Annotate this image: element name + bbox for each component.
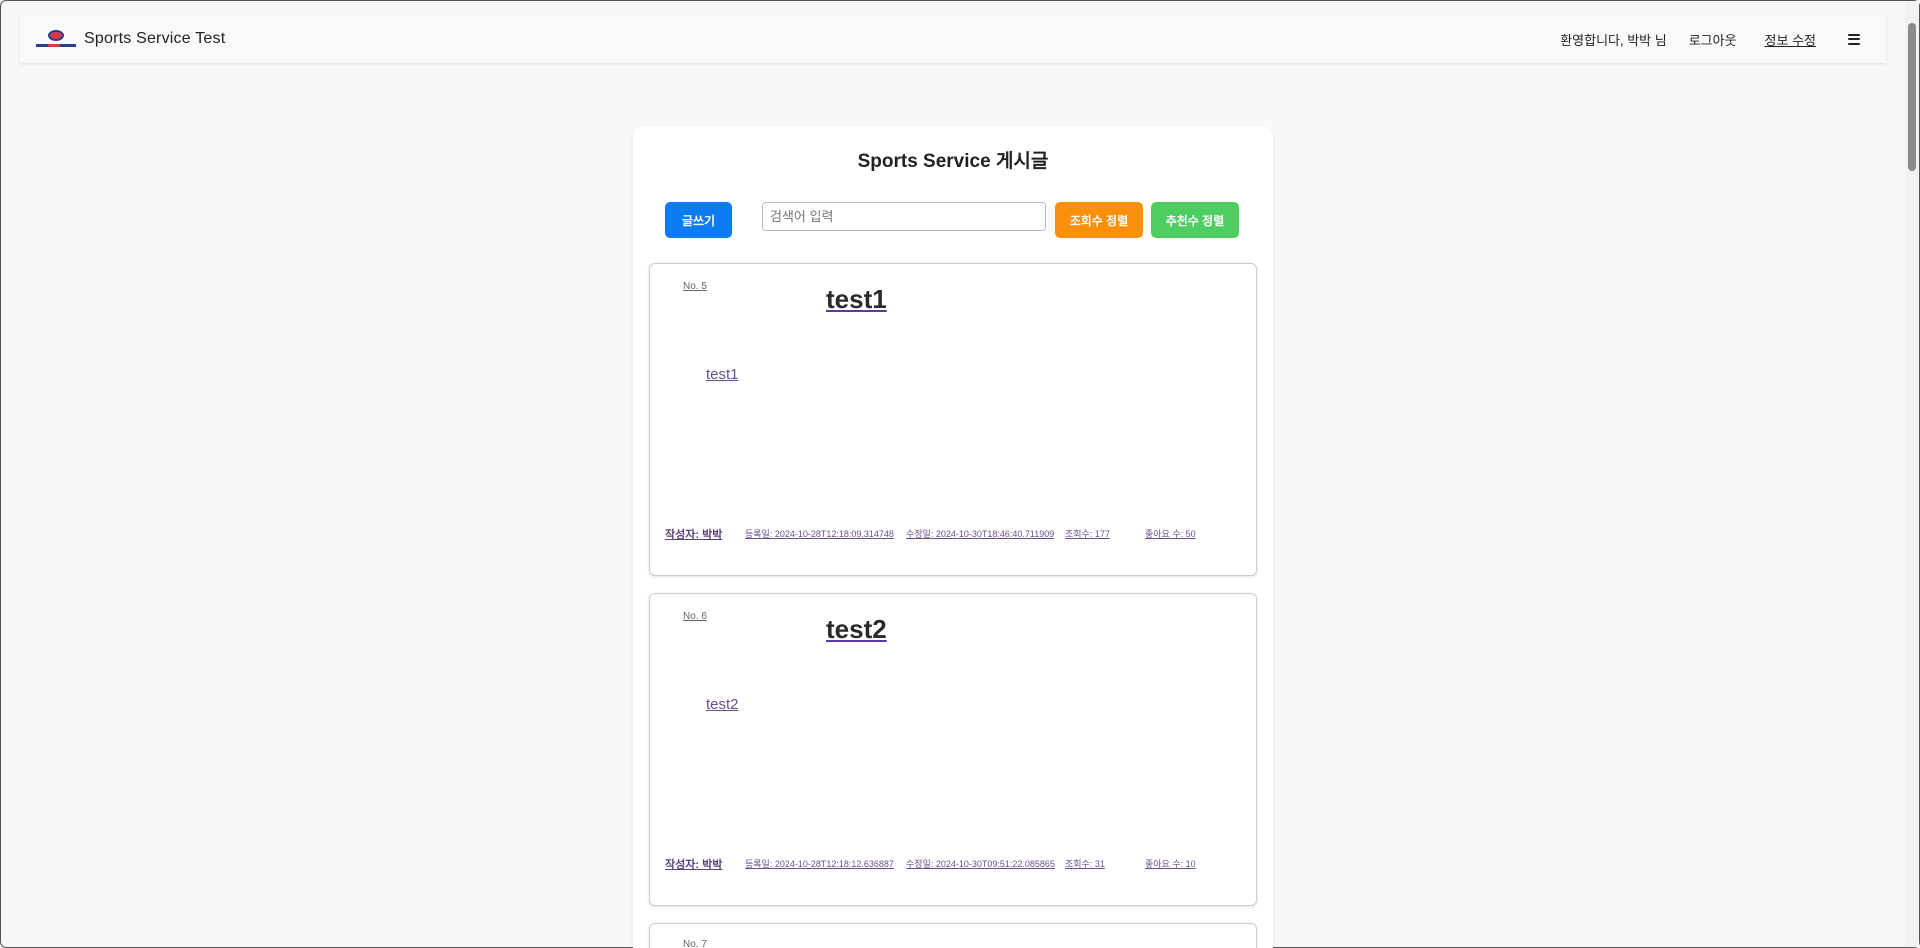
- navbar: Sports Service Test 환영합니다, 박박 님 로그아웃 정보 …: [20, 15, 1886, 63]
- post-title[interactable]: test2: [826, 614, 887, 645]
- post-content[interactable]: test1: [706, 366, 739, 383]
- post-number[interactable]: No. 7: [683, 939, 707, 948]
- post-number[interactable]: No. 6: [683, 611, 707, 622]
- search-input[interactable]: [762, 202, 1046, 231]
- post-card[interactable]: No. 6 test2 test2 작성자: 박박 등록일: 2024-10-2…: [649, 593, 1257, 906]
- post-view-count[interactable]: 조회수: 31: [1065, 857, 1105, 870]
- post-like-count[interactable]: 좋아요 수: 50: [1145, 527, 1196, 540]
- nav-right: 환영합니다, 박박 님 로그아웃 정보 수정: [1560, 15, 1860, 63]
- post-card[interactable]: No. 5 test1 test1 작성자: 박박 등록일: 2024-10-2…: [649, 263, 1257, 576]
- board-card: Sports Service 게시글 글쓰기 조회수 정렬 추천수 정렬 No.…: [633, 126, 1273, 948]
- brand-title[interactable]: Sports Service Test: [84, 30, 225, 48]
- write-button[interactable]: 글쓰기: [665, 202, 732, 238]
- brand[interactable]: Sports Service Test: [36, 30, 225, 48]
- scrollbar-thumb[interactable]: [1908, 23, 1916, 171]
- post-like-count[interactable]: 좋아요 수: 10: [1145, 857, 1196, 870]
- post-updated-date[interactable]: 수정일: 2024-10-30T18:46:40.711909: [906, 527, 1054, 540]
- board-title: Sports Service 게시글: [857, 151, 1049, 172]
- post-created-date[interactable]: 등록일: 2024-10-28T12:18:09.314748: [745, 527, 894, 540]
- post-updated-date[interactable]: 수정일: 2024-10-30T09:51:22.085865: [906, 857, 1055, 870]
- logout-link[interactable]: 로그아웃: [1689, 30, 1737, 49]
- post-content[interactable]: test2: [706, 696, 739, 713]
- brand-logo-icon: [36, 30, 76, 48]
- post-author[interactable]: 작성자: 박박: [665, 526, 722, 542]
- post-card[interactable]: No. 7: [649, 923, 1257, 948]
- post-created-date[interactable]: 등록일: 2024-10-28T12:18:12.636887: [745, 857, 894, 870]
- post-view-count[interactable]: 조회수: 177: [1065, 527, 1110, 540]
- page-scrollbar[interactable]: [1905, 1, 1919, 947]
- sort-likes-button[interactable]: 추천수 정렬: [1151, 202, 1239, 238]
- post-title[interactable]: test1: [826, 284, 887, 315]
- post-number[interactable]: No. 5: [683, 281, 707, 292]
- sort-views-button[interactable]: 조회수 정렬: [1055, 202, 1143, 238]
- menu-icon[interactable]: [1848, 33, 1860, 45]
- welcome-text: 환영합니다, 박박 님: [1560, 32, 1667, 48]
- edit-info-link[interactable]: 정보 수정: [1765, 30, 1816, 49]
- post-author[interactable]: 작성자: 박박: [665, 856, 722, 872]
